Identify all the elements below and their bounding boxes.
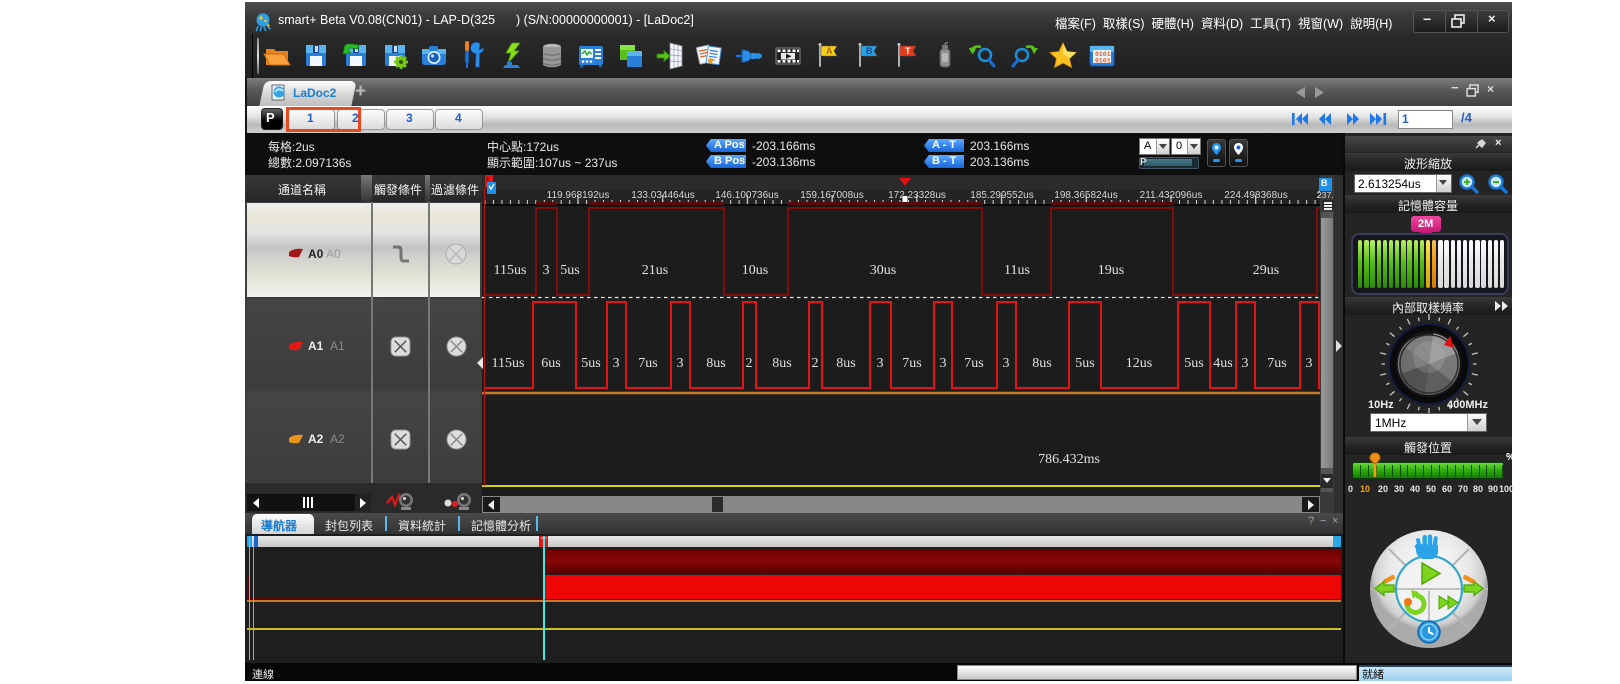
svg-text:133.034464us: 133.034464us	[631, 190, 694, 201]
svg-text:7us: 7us	[902, 356, 921, 371]
svg-text:198.365824us: 198.365824us	[1054, 190, 1117, 201]
svg-text:159.167008us: 159.167008us	[800, 190, 863, 201]
svg-text:786.432ms: 786.432ms	[1038, 452, 1100, 467]
svg-text:3: 3	[877, 356, 884, 371]
svg-text:115us: 115us	[494, 263, 527, 278]
svg-text:29us: 29us	[1253, 263, 1279, 278]
svg-text:4us: 4us	[1213, 356, 1232, 371]
svg-text:2: 2	[812, 356, 819, 371]
svg-text:3: 3	[940, 356, 947, 371]
svg-text:19us: 19us	[1098, 263, 1124, 278]
svg-text:3: 3	[1003, 356, 1010, 371]
svg-text:11us: 11us	[1004, 263, 1030, 278]
svg-text:5us: 5us	[581, 356, 600, 371]
svg-text:5us: 5us	[1075, 356, 1094, 371]
svg-text:3: 3	[1306, 356, 1313, 371]
svg-text:A: A	[826, 46, 833, 56]
svg-text:3: 3	[677, 356, 684, 371]
svg-text:119.968192us: 119.968192us	[547, 190, 610, 201]
svg-text:224.498368us: 224.498368us	[1224, 190, 1287, 201]
svg-text:7us: 7us	[1267, 356, 1286, 371]
svg-text:0101: 0101	[1095, 58, 1111, 65]
svg-text:3: 3	[613, 356, 620, 371]
svg-text:7us: 7us	[964, 356, 983, 371]
svg-text:146.100736us: 146.100736us	[715, 190, 778, 201]
svg-text:7us: 7us	[638, 356, 657, 371]
svg-text:5us: 5us	[560, 263, 579, 278]
svg-text:211.432096us: 211.432096us	[1140, 190, 1203, 201]
svg-text:30us: 30us	[870, 263, 896, 278]
svg-text:10us: 10us	[742, 263, 768, 278]
svg-text:8us: 8us	[706, 356, 725, 371]
svg-text:B: B	[866, 46, 873, 56]
svg-text:21us: 21us	[642, 263, 668, 278]
svg-text:3: 3	[543, 263, 550, 278]
svg-text:T: T	[905, 46, 911, 56]
svg-text:12us: 12us	[1126, 356, 1152, 371]
svg-text:5us: 5us	[1184, 356, 1203, 371]
svg-text:185.299552us: 185.299552us	[970, 190, 1033, 201]
svg-text:6us: 6us	[541, 356, 560, 371]
svg-text:8us: 8us	[1032, 356, 1051, 371]
svg-text:115us: 115us	[492, 356, 525, 371]
svg-text:172.23328us: 172.23328us	[888, 190, 946, 201]
svg-text:8us: 8us	[836, 356, 855, 371]
svg-text:2: 2	[746, 356, 753, 371]
svg-text:8us: 8us	[772, 356, 791, 371]
svg-text:3: 3	[1242, 356, 1249, 371]
